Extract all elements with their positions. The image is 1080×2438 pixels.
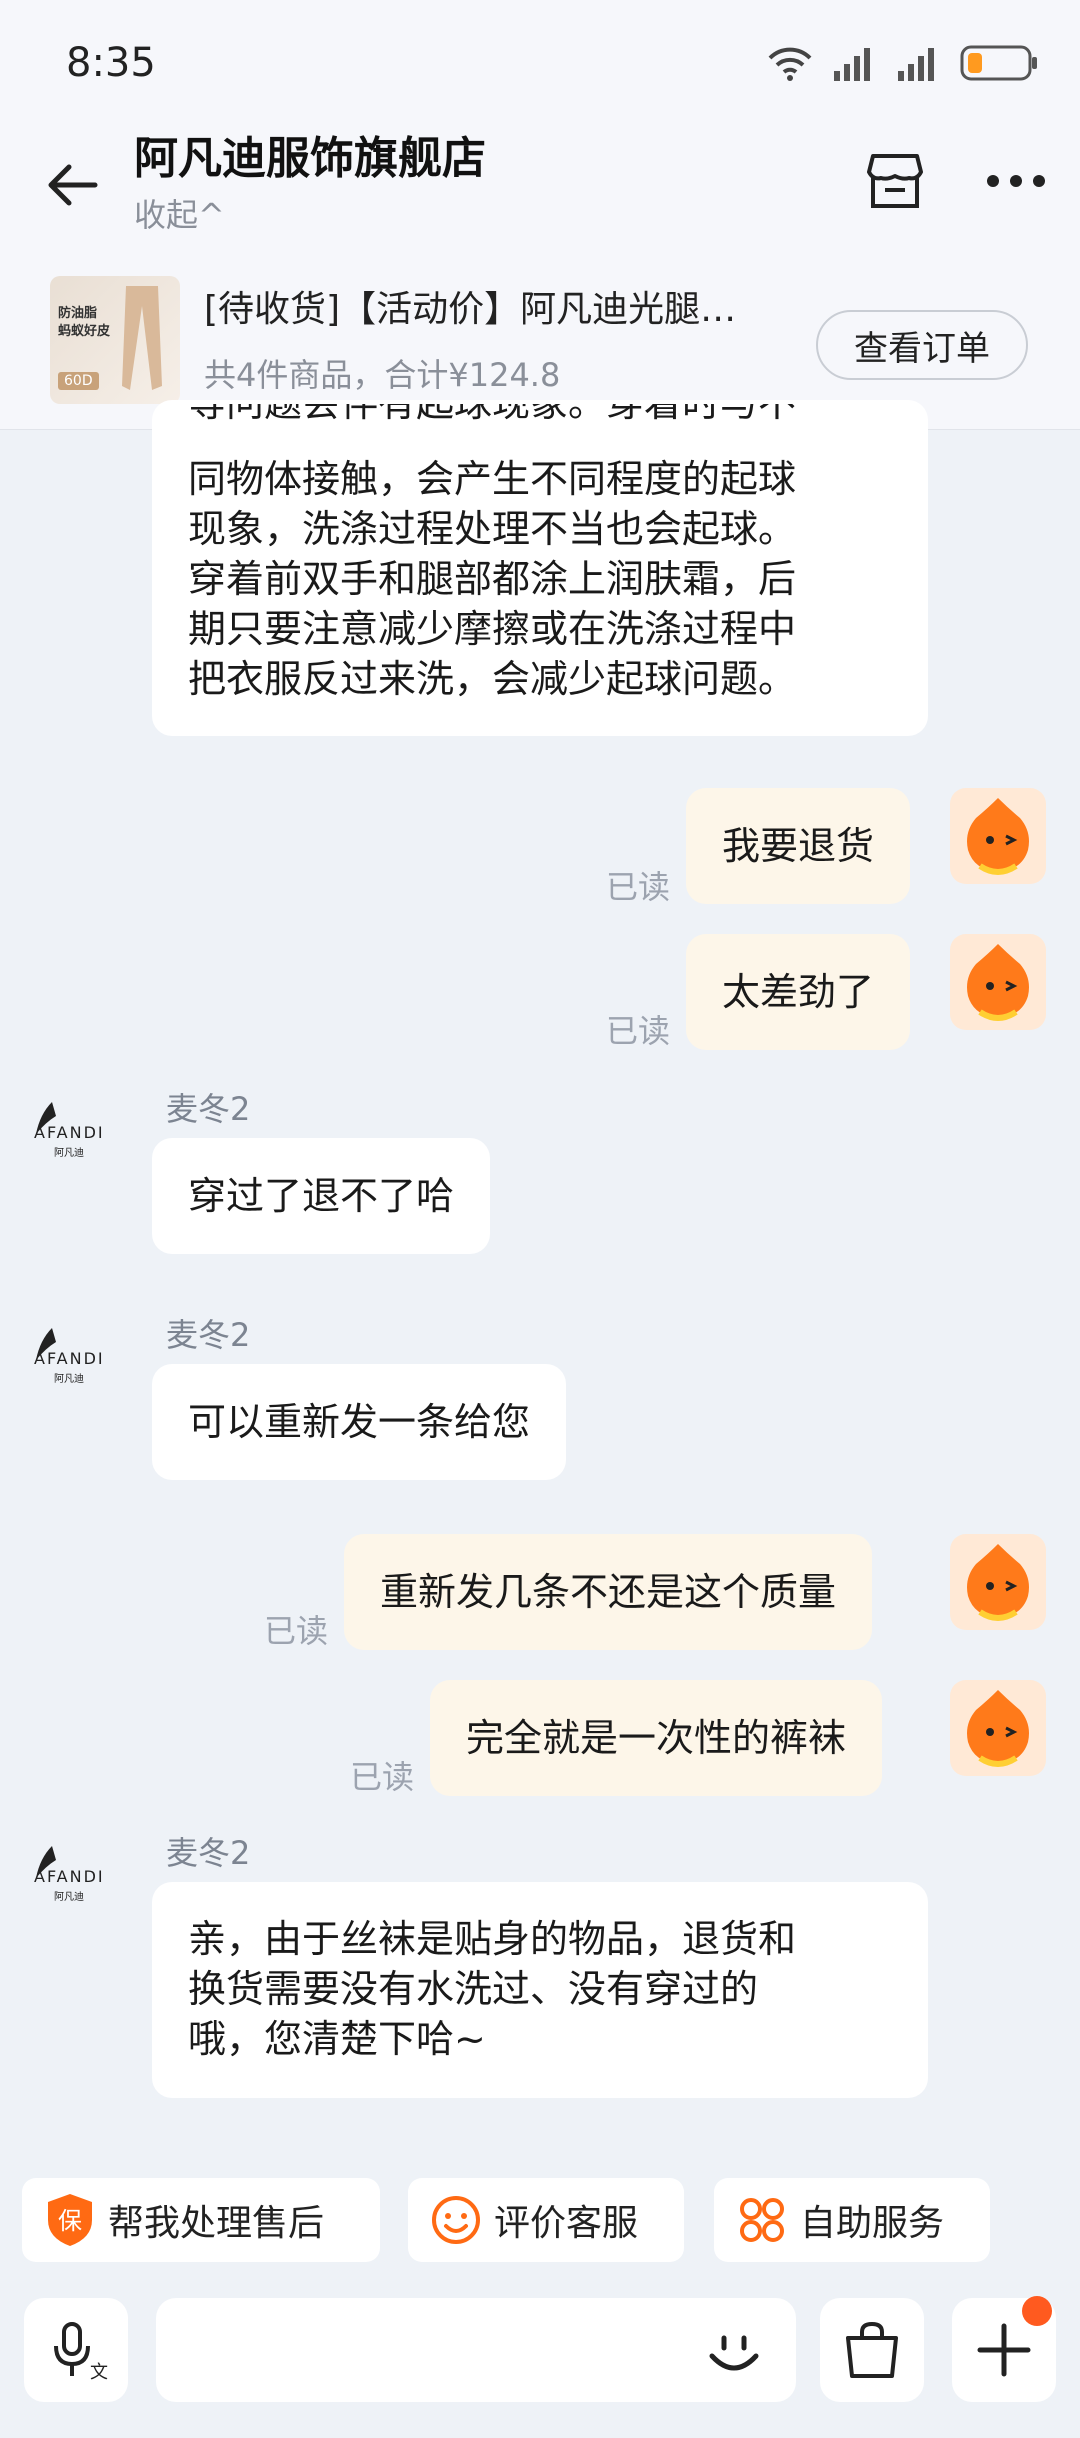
read-status: 已读 (606, 1012, 671, 1050)
my-message: 完全就是一次性的裤袜 (430, 1680, 883, 1796)
legs-image (122, 286, 162, 390)
signal-icon-2 (898, 48, 934, 81)
order-title[interactable]: [待收货]【活动价】阿凡迪光腿… (204, 280, 804, 332)
agent-name: 麦冬2 (166, 1090, 251, 1128)
product-thumbnail[interactable]: 防油脂 蚂蚁好皮 60D (50, 276, 180, 404)
grid-icon (740, 2198, 784, 2242)
order-card[interactable]: 防油脂 蚂蚁好皮 60D [待收货]【活动价】阿凡迪光腿… 共4件商品，合计¥1… (0, 260, 1080, 410)
mascot-icon (967, 1544, 1029, 1621)
more-button[interactable] (976, 146, 1056, 216)
afandi-logo: AFANDI 阿凡迪 (34, 1328, 105, 1385)
my-avatar[interactable] (950, 1534, 1046, 1630)
thumb-badge: 60D (58, 372, 99, 390)
microphone-icon: 文 (54, 2322, 108, 2382)
shield-icon: 保 (48, 2194, 92, 2246)
agent-message: 穿过了退不了哈 (152, 1138, 491, 1254)
message-line: 把衣服反过来洗，会减少起球问题。 (188, 657, 797, 701)
rate-service-button[interactable]: 评价客服 (408, 2178, 684, 2262)
smiley-icon (432, 2196, 480, 2244)
afandi-logo: AFANDI 阿凡迪 (34, 1846, 105, 1903)
agent-message: 同物体接触，会产生不同程度的起球 现象，洗涤过程处理不当也会起球。 穿着前双手和… (152, 400, 928, 736)
svg-text:AFANDI: AFANDI (34, 1867, 105, 1886)
my-avatar[interactable] (950, 1680, 1046, 1776)
my-message: 太差劲了 (686, 934, 911, 1050)
message-line: 穿着前双手和腿部都涂上润肤霜，后 (188, 557, 797, 601)
status-time: 8:35 (66, 40, 156, 86)
agent-name: 麦冬2 (166, 1316, 251, 1354)
store-icon (867, 154, 923, 208)
after-sale-label: 帮我处理售后 (108, 2203, 325, 2244)
back-button[interactable] (36, 150, 106, 220)
after-sale-button[interactable]: 保 帮我处理售后 (22, 2178, 380, 2262)
message-line: 现象，洗涤过程处理不当也会起球。 (188, 507, 797, 551)
input-bar: 文 (0, 2272, 1080, 2438)
mascot-icon (967, 1690, 1029, 1767)
rate-service-label: 评价客服 (494, 2203, 639, 2244)
svg-text:阿凡迪: 阿凡迪 (54, 1891, 84, 1903)
svg-text:阿凡迪: 阿凡迪 (54, 1373, 84, 1385)
my-message: 我要退货 (686, 788, 911, 904)
svg-text:文: 文 (90, 2362, 108, 2382)
my-avatar[interactable] (950, 934, 1046, 1030)
shop-name[interactable]: 阿凡迪服饰旗舰店 (134, 122, 486, 186)
emoji-icon (709, 2335, 759, 2371)
shopping-bag-button[interactable] (820, 2298, 924, 2402)
message-line: 同物体接触，会产生不同程度的起球 (188, 457, 797, 501)
mascot-icon (967, 944, 1029, 1021)
store-button[interactable] (860, 146, 930, 216)
svg-text:保: 保 (58, 2207, 82, 2235)
agent-avatar[interactable]: AFANDI 阿凡迪 (30, 1838, 130, 1908)
agent-message: 可以重新发一条给您 (152, 1364, 567, 1480)
my-avatar[interactable] (950, 788, 1046, 884)
read-status: 已读 (606, 868, 671, 906)
more-dots-icon (987, 175, 1045, 187)
thumb-text-1: 防油脂 (58, 306, 98, 321)
message-line: 哦，您清楚下哈~ (188, 2017, 486, 2061)
collapse-toggle[interactable]: 收起^ (134, 190, 225, 236)
thumb-text-2: 蚂蚁好皮 (58, 324, 111, 339)
afandi-logo: AFANDI 阿凡迪 (34, 1102, 105, 1159)
plus-icon (977, 2323, 1031, 2377)
agent-name: 麦冬2 (166, 1834, 251, 1872)
notification-dot (1022, 2296, 1052, 2326)
status-icons (766, 44, 1040, 82)
chat-header: 阿凡迪服饰旗舰店 收起^ 防油脂 蚂蚁好皮 60D [待收货]【活动价】阿凡迪光… (0, 110, 1080, 430)
mascot-icon (967, 798, 1029, 875)
wifi-icon (768, 47, 812, 81)
arrow-left-icon (48, 164, 98, 206)
battery-icon (960, 45, 1037, 81)
order-summary: 共4件商品，合计¥124.8 (204, 356, 561, 394)
voice-button[interactable]: 文 (24, 2298, 128, 2402)
message-line: 亲，由于丝袜是贴身的物品，退货和 (188, 1917, 797, 1961)
message-line: 换货需要没有水洗过、没有穿过的 (188, 1967, 759, 2011)
self-service-label: 自助服务 (800, 2203, 945, 2244)
agent-message: 亲，由于丝袜是贴身的物品，退货和 换货需要没有水洗过、没有穿过的 哦，您清楚下哈… (152, 1882, 928, 2098)
svg-text:阿凡迪: 阿凡迪 (54, 1147, 84, 1159)
agent-avatar[interactable]: AFANDI 阿凡迪 (30, 1320, 130, 1390)
my-message: 重新发几条不还是这个质量 (344, 1534, 873, 1650)
message-line-clipped: 等问题会伴有起球现象。穿着时与不 (188, 404, 928, 428)
message-line: 期只要注意减少摩擦或在洗涤过程中 (188, 607, 797, 651)
svg-text:AFANDI: AFANDI (34, 1123, 105, 1142)
signal-icon (834, 48, 870, 81)
emoji-button[interactable] (694, 2312, 774, 2392)
shopping-bag-icon (846, 2321, 898, 2378)
read-status: 已读 (264, 1612, 329, 1650)
view-order-button[interactable]: 查看订单 (816, 310, 1028, 380)
agent-avatar[interactable]: AFANDI 阿凡迪 (30, 1094, 130, 1164)
read-status: 已读 (350, 1758, 415, 1796)
svg-text:AFANDI: AFANDI (34, 1349, 105, 1368)
self-service-button[interactable]: 自助服务 (714, 2178, 990, 2262)
